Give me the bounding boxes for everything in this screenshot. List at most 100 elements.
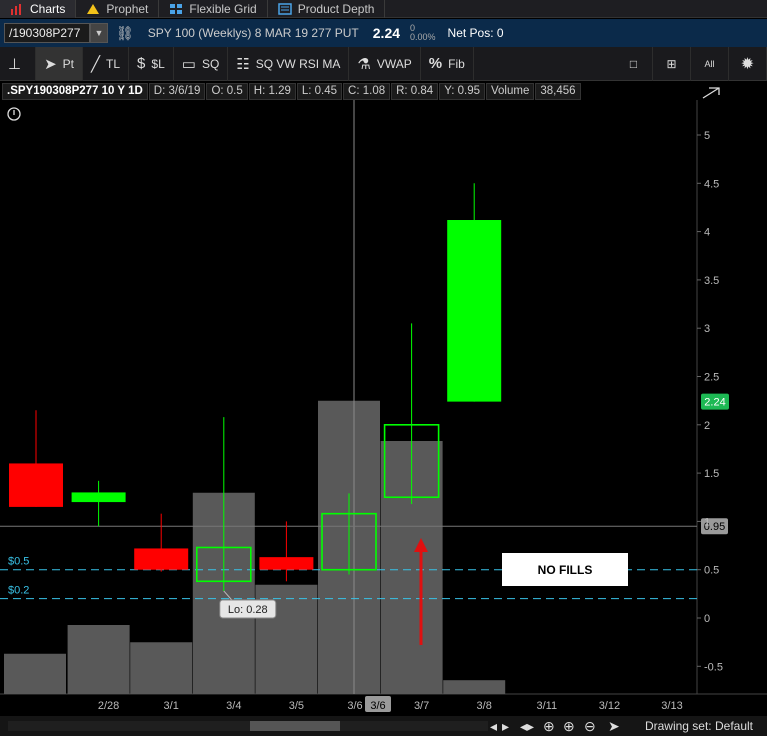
x-tick-label: 2/28: [98, 700, 119, 712]
tool-label: $L: [151, 56, 165, 71]
tool-label: TL: [106, 56, 121, 71]
cursor-icon: ➤: [44, 55, 57, 73]
info-low: L: 0.45: [296, 83, 343, 100]
grid-view-button[interactable]: ⊞: [653, 46, 691, 81]
y-tick-label: 0.5: [704, 565, 719, 577]
triangle-icon: [87, 3, 100, 14]
info-range: R: 0.84: [391, 83, 439, 100]
percent-icon: %: [428, 55, 443, 72]
settings-gear-icon: ✹: [740, 55, 755, 73]
candle-body: [9, 463, 63, 507]
settings-button[interactable]: ✹: [729, 46, 767, 81]
volume-bar: [67, 625, 130, 694]
volume-bar: [130, 642, 193, 694]
info-symbol: .SPY190308P277 10 Y 1D: [2, 83, 148, 100]
info-date: D: 3/6/19: [148, 83, 206, 100]
square-tool-button[interactable]: ▭ SQ: [174, 46, 229, 81]
info-close: C: 1.08: [343, 83, 391, 100]
y-tick-label: 3: [704, 323, 710, 335]
x-tick-label: 3/11: [537, 700, 558, 712]
x-tick-label: 3/6: [347, 700, 362, 712]
expand-icon[interactable]: ◂▸: [520, 718, 534, 735]
symbol-input[interactable]: /190308P277: [4, 23, 90, 43]
x-tick-label: 3/8: [477, 700, 492, 712]
tool-label: Fib: [448, 56, 465, 71]
symbol-bar: /190308P277 ▼ ⛓ SPY 100 (Weeklys) 8 MAR …: [0, 19, 767, 47]
trendline-tool-button[interactable]: ╱ TL: [83, 46, 130, 81]
square-icon: ▭: [181, 55, 196, 73]
tab-product-depth[interactable]: Product Depth: [268, 0, 386, 18]
info-high: H: 1.29: [248, 83, 296, 100]
net-position: Net Pos: 0: [447, 26, 504, 40]
single-view-button[interactable]: □: [615, 46, 653, 81]
zoom-out-icon[interactable]: ⊖: [584, 718, 596, 735]
link-icon[interactable]: ⛓: [116, 25, 134, 42]
scroll-right-icon[interactable]: ▸: [502, 718, 509, 735]
candle-body: [259, 557, 314, 570]
x-cursor-marker-label: 3/6: [370, 700, 385, 712]
volume-bar: [4, 653, 66, 694]
y-tick-label: 2.5: [704, 372, 719, 384]
x-tick-label: 3/7: [414, 700, 429, 712]
tab-flexible-grid[interactable]: Flexible Grid: [159, 0, 268, 18]
tab-label: Flexible Grid: [189, 1, 257, 16]
pin-tool-button[interactable]: ⊥: [0, 46, 37, 81]
x-tick-label: 3/1: [164, 700, 179, 712]
crosshair-icon[interactable]: ⊕: [543, 718, 555, 735]
y-tick-label: 4: [704, 227, 710, 239]
x-tick-label: 3/5: [289, 700, 304, 712]
chart-scrollbar[interactable]: ◂ ▸ ◂▸ ⊕ ⊕ ⊖ ➤ Drawing set: Default: [0, 716, 767, 736]
studies-icon: ☷: [236, 55, 250, 73]
tab-prophet[interactable]: Prophet: [76, 0, 160, 18]
grid-icon: [170, 3, 183, 14]
all-button[interactable]: All: [691, 46, 729, 81]
info-open: O: 0.5: [206, 83, 248, 100]
volume-bar: [443, 680, 506, 694]
y-tick-label: 2: [704, 420, 710, 432]
scroll-track[interactable]: [8, 721, 488, 731]
price-level-tool-button[interactable]: $ $L: [129, 46, 174, 81]
low-bubble-label: Lo: 0.28: [228, 604, 268, 616]
tab-label: Product Depth: [297, 1, 375, 16]
price-level-label: $0.5: [8, 556, 29, 568]
drawing-set-label[interactable]: Drawing set: Default: [645, 719, 753, 733]
studies-tool-button[interactable]: ☷ SQ VW RSI MA: [228, 46, 350, 81]
candle-body: [447, 220, 502, 402]
scroll-thumb[interactable]: [250, 721, 340, 731]
tab-label: Prophet: [106, 1, 149, 16]
info-bar: .SPY190308P277 10 Y 1D D: 3/6/19 O: 0.5 …: [2, 83, 582, 100]
x-tick-label: 3/13: [661, 700, 682, 712]
tool-label: SQ: [201, 56, 220, 71]
price-level-label: $0.2: [8, 585, 29, 597]
y-tick-label: 1: [704, 516, 710, 528]
pointer-tool-button[interactable]: ➤ Pt: [36, 46, 83, 81]
y-tick-label: 1.5: [704, 468, 719, 480]
all-icon: All: [704, 58, 715, 69]
depth-icon: [277, 2, 292, 15]
symbol-dropdown-button[interactable]: ▼: [90, 23, 108, 43]
y-tick-label: 5: [704, 130, 710, 142]
price-change: 0 0.00%: [410, 24, 436, 42]
info-y: Y: 0.95: [439, 83, 485, 100]
y-tick-label: -0.5: [704, 661, 723, 673]
candle-body: [134, 548, 189, 570]
last-price: 2.24: [372, 25, 401, 41]
tab-charts[interactable]: Charts: [0, 0, 77, 18]
last-price-marker-label: 2.24: [704, 397, 725, 409]
y-tick-label: 3.5: [704, 275, 719, 287]
tool-label: Pt: [62, 56, 74, 71]
scroll-left-icon[interactable]: ◂: [490, 718, 497, 735]
tool-label: VWAP: [376, 56, 412, 71]
vwap-tool-button[interactable]: ⚗ VWAP: [349, 46, 421, 81]
tool-label: SQ VW RSI MA: [255, 56, 341, 71]
fib-tool-button[interactable]: % Fib: [421, 46, 474, 81]
tab-bar: Charts Prophet Flexible Grid Product Dep…: [0, 0, 767, 18]
dollar-icon: $: [137, 55, 146, 72]
flask-icon: ⚗: [357, 55, 371, 73]
info-volume: 38,456: [535, 83, 581, 100]
line-icon: ╱: [91, 55, 101, 73]
price-chart[interactable]: $0.5$0.2 0.9554.543.532.521.510.50-0.52.…: [0, 82, 767, 716]
zoom-in-icon[interactable]: ⊕: [563, 718, 575, 735]
pointer-icon[interactable]: ➤: [608, 718, 620, 735]
tab-label: Charts: [30, 1, 66, 16]
